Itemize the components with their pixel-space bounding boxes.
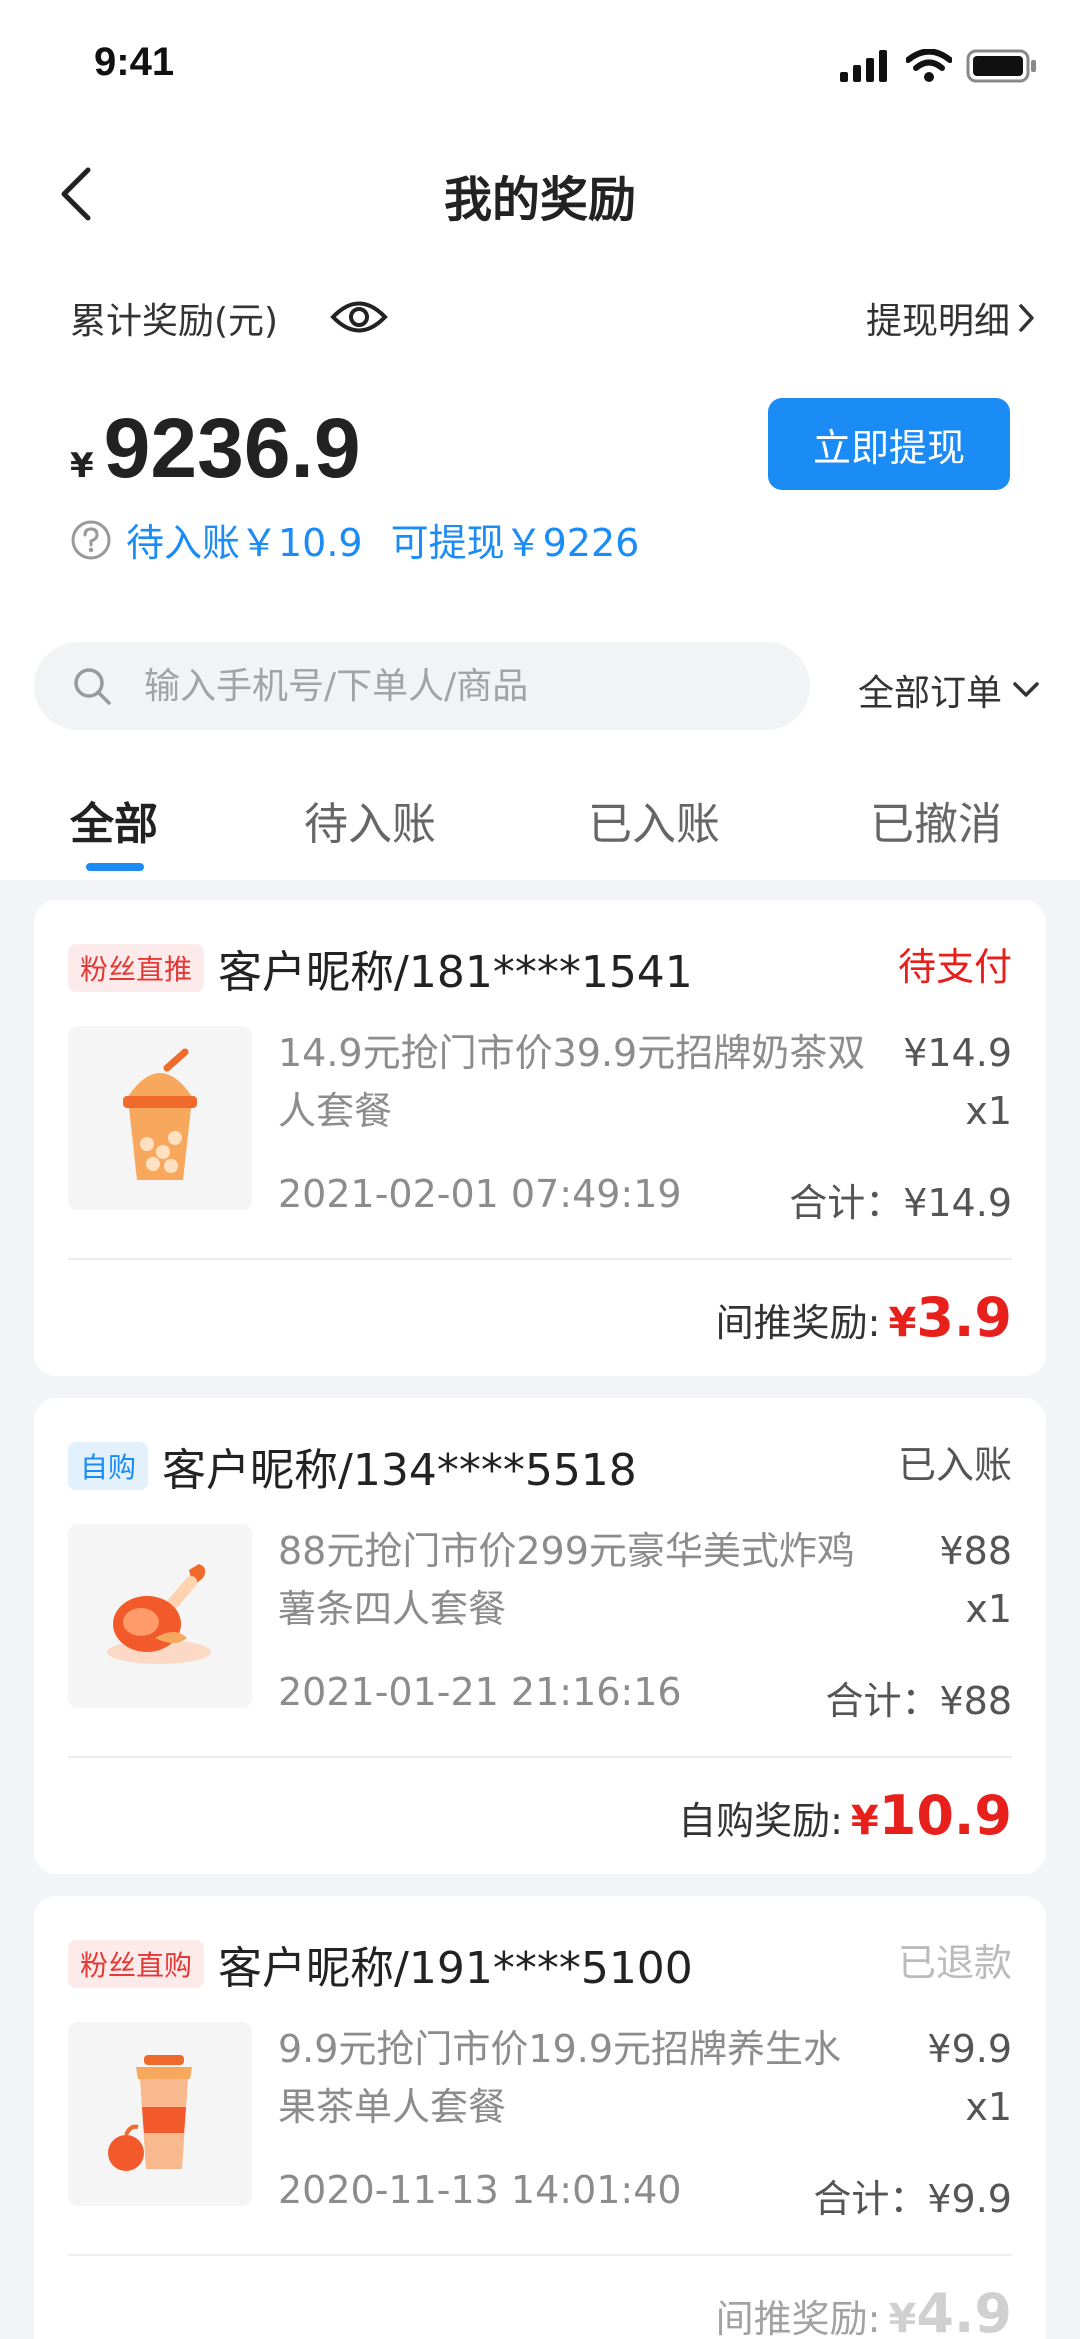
eye-icon[interactable] bbox=[330, 298, 388, 336]
withdraw-button[interactable]: 立即提现 bbox=[768, 398, 1010, 490]
status-bar: 9:41 bbox=[0, 0, 1080, 132]
order-status: 已退款 bbox=[897, 1941, 1012, 1985]
unit-price: ¥88 bbox=[939, 1529, 1012, 1573]
product-thumbnail bbox=[68, 1524, 252, 1708]
order-type-badge: 自购 bbox=[68, 1442, 149, 1490]
reward-value: ¥4.9 bbox=[888, 2282, 1012, 2339]
product-title: 88元抢门市价299元豪华美式炸鸡薯条四人套餐 bbox=[278, 1529, 855, 1631]
reward-amount: 3.9 bbox=[916, 1286, 1012, 1349]
reward-amount: 10.9 bbox=[878, 1784, 1012, 1847]
amount-value: 9236.9 bbox=[103, 401, 361, 495]
total-amount: ¥ 9236.9 bbox=[70, 400, 361, 497]
order-card[interactable]: 粉丝直购 客户昵称/191****5100 已退款 9.9元抢门市价19.9元招… bbox=[34, 1896, 1046, 2339]
reward-label: 间推奖励: bbox=[715, 1301, 881, 1345]
quantity: x1 bbox=[965, 1587, 1012, 1631]
price-block: ¥9.9 x1 bbox=[927, 2020, 1012, 2136]
tab-revoked[interactable]: 已撤消 bbox=[870, 788, 1002, 852]
reward-currency: ¥ bbox=[850, 1798, 879, 1844]
help-icon[interactable] bbox=[70, 519, 112, 561]
search-box[interactable] bbox=[34, 642, 810, 730]
divider bbox=[68, 1756, 1012, 1758]
order-date: 2021-01-21 21:16:16 bbox=[278, 1670, 682, 1714]
reward-currency: ¥ bbox=[888, 1300, 917, 1346]
reward-amount: 4.9 bbox=[916, 2282, 1012, 2339]
customer-name: 客户昵称/191****5100 bbox=[218, 1943, 693, 1994]
status-tabs: 全部 待入账 已入账 已撤消 bbox=[0, 770, 1080, 880]
currency-symbol: ¥ bbox=[70, 446, 94, 486]
wifi-icon bbox=[906, 49, 952, 82]
status-icons bbox=[840, 48, 1038, 84]
customer-name: 客户昵称/134****5518 bbox=[162, 1445, 637, 1496]
product-title: 9.9元抢门市价19.9元招牌养生水果茶单人套餐 bbox=[278, 2027, 842, 2129]
reward-value: ¥3.9 bbox=[888, 1286, 1012, 1349]
nav-bar: 我的奖励 bbox=[0, 132, 1080, 256]
order-header: 自购 客户昵称/134****5518 bbox=[68, 1434, 637, 1498]
battery-icon bbox=[966, 49, 1036, 83]
active-tab-indicator bbox=[86, 863, 144, 871]
price-block: ¥88 x1 bbox=[939, 1522, 1012, 1638]
order-card[interactable]: 粉丝直推 客户昵称/181****1541 待支付 14.9元抢门市价39.9元… bbox=[34, 900, 1046, 1376]
reward-label: 自购奖励: bbox=[678, 1799, 843, 1843]
fruit-tea-icon bbox=[108, 2055, 192, 2171]
tab-pending[interactable]: 待入账 bbox=[304, 788, 436, 852]
tab-credited[interactable]: 已入账 bbox=[588, 788, 720, 852]
tab-all[interactable]: 全部 bbox=[70, 788, 158, 852]
search-input[interactable] bbox=[144, 665, 744, 707]
reward-value: ¥10.9 bbox=[851, 1784, 1012, 1847]
reward-currency: ¥ bbox=[888, 2296, 917, 2339]
order-header: 粉丝直推 客户昵称/181****1541 bbox=[68, 936, 693, 1000]
product-thumbnail bbox=[68, 1026, 252, 1210]
order-date: 2021-02-01 07:49:19 bbox=[278, 1172, 682, 1216]
order-type-badge: 粉丝直推 bbox=[68, 944, 205, 992]
page-title: 我的奖励 bbox=[443, 172, 636, 228]
fried-chicken-icon bbox=[107, 1564, 211, 1664]
unit-price: ¥9.9 bbox=[927, 2027, 1012, 2071]
order-total: 合计：¥88 bbox=[825, 1679, 1012, 1723]
chevron-right-icon bbox=[1019, 304, 1034, 332]
reward-summary: 累计奖励(元) 提现明细 ¥ 9236.9 立即提现 待入账￥10.9 可提现￥… bbox=[0, 270, 1080, 570]
divider bbox=[68, 2254, 1012, 2256]
withdraw-detail-label: 提现明细 bbox=[865, 301, 1010, 342]
milk-tea-icon bbox=[123, 1048, 197, 1180]
signal-icon bbox=[840, 50, 887, 82]
chevron-down-icon bbox=[1013, 682, 1039, 697]
order-card[interactable]: 自购 客户昵称/134****5518 已入账 88元抢门市价299元豪华美式炸… bbox=[34, 1398, 1046, 1874]
order-date: 2020-11-13 14:01:40 bbox=[278, 2168, 682, 2212]
customer-name: 客户昵称/181****1541 bbox=[218, 947, 693, 998]
divider bbox=[68, 1258, 1012, 1260]
status-time: 9:41 bbox=[94, 40, 175, 84]
reward-row: 间推奖励: ¥3.9 bbox=[716, 1286, 1012, 1349]
search-row: 全部订单 bbox=[0, 640, 1080, 736]
order-total: 合计：¥9.9 bbox=[813, 2177, 1012, 2221]
order-list: 粉丝直推 客户昵称/181****1541 待支付 14.9元抢门市价39.9元… bbox=[0, 880, 1080, 2339]
pending-amount: 待入账￥10.9 bbox=[126, 521, 363, 565]
reward-row: 自购奖励: ¥10.9 bbox=[678, 1784, 1012, 1847]
total-reward-label: 累计奖励(元) bbox=[70, 301, 279, 342]
order-status: 已入账 bbox=[897, 1443, 1012, 1487]
product-title: 14.9元抢门市价39.9元招牌奶茶双人套餐 bbox=[278, 1031, 866, 1133]
order-total: 合计：¥14.9 bbox=[789, 1181, 1012, 1225]
order-type-badge: 粉丝直购 bbox=[68, 1940, 205, 1988]
quantity: x1 bbox=[965, 1089, 1012, 1133]
order-header: 粉丝直购 客户昵称/191****5100 bbox=[68, 1932, 693, 1996]
available-amount: 可提现￥9226 bbox=[390, 521, 640, 565]
reward-row: 间推奖励: ¥4.9 bbox=[716, 2282, 1012, 2339]
search-icon bbox=[74, 668, 111, 705]
reward-label: 间推奖励: bbox=[715, 2297, 881, 2339]
quantity: x1 bbox=[965, 2085, 1012, 2129]
price-block: ¥14.9 x1 bbox=[903, 1024, 1012, 1140]
product-thumbnail bbox=[68, 2022, 252, 2206]
balance-breakdown: 待入账￥10.9 可提现￥9226 bbox=[70, 512, 639, 567]
order-status: 待支付 bbox=[897, 945, 1012, 989]
order-filter-dropdown[interactable]: 全部订单 bbox=[858, 664, 1040, 716]
order-filter-label: 全部订单 bbox=[857, 673, 1002, 714]
withdraw-detail-link[interactable]: 提现明细 bbox=[866, 292, 1036, 344]
unit-price: ¥14.9 bbox=[903, 1031, 1012, 1075]
